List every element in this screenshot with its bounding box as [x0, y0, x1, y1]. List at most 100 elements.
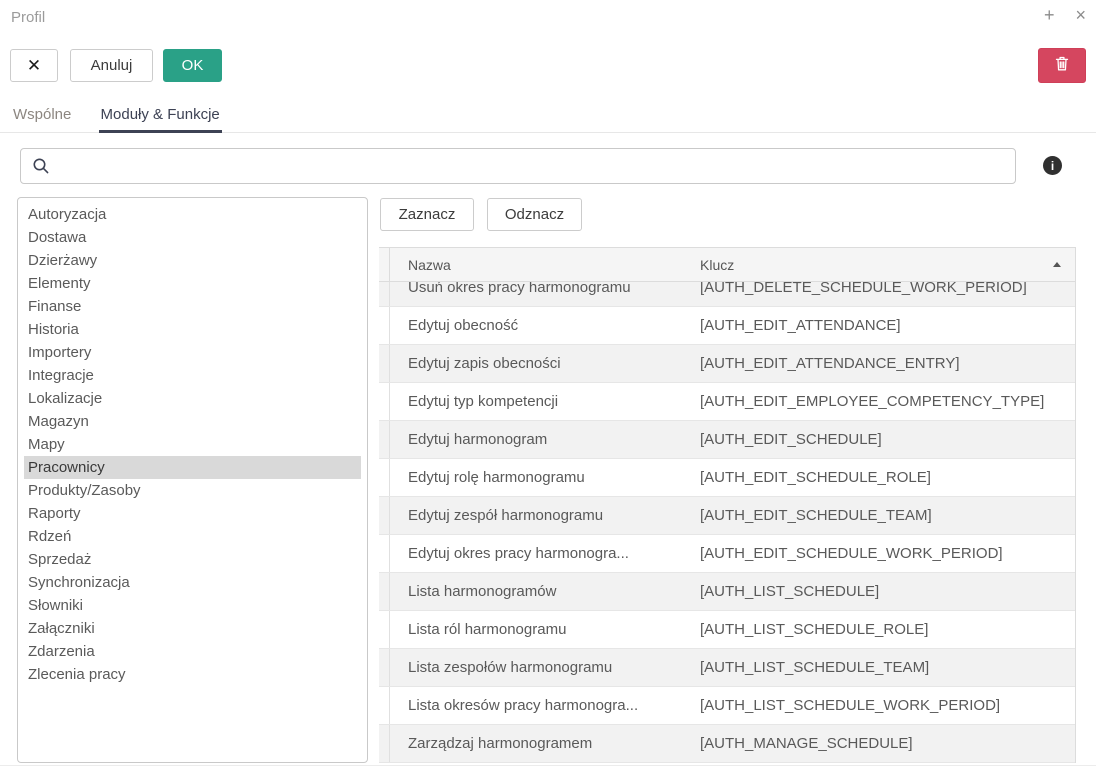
- cell-nazwa: Edytuj typ kompetencji: [390, 393, 681, 410]
- tab-bar: Wspólne Moduły & Funkcje: [0, 100, 1096, 133]
- window-close-icon[interactable]: ×: [1075, 5, 1086, 25]
- list-item[interactable]: Załączniki: [24, 617, 361, 640]
- list-item[interactable]: Dzierżawy: [24, 249, 361, 272]
- cell-klucz: [AUTH_LIST_SCHEDULE_TEAM]: [681, 649, 1075, 686]
- list-item[interactable]: Rdzeń: [24, 525, 361, 548]
- list-item[interactable]: Elementy: [24, 272, 361, 295]
- table-row[interactable]: Lista zespołów harmonogramu[AUTH_LIST_SC…: [379, 649, 1075, 687]
- row-gutter: [379, 573, 390, 610]
- delete-button[interactable]: [1038, 48, 1086, 83]
- list-item[interactable]: Raporty: [24, 502, 361, 525]
- table-body-inner: Usuń okres pracy harmonogramu[AUTH_DELET…: [379, 282, 1075, 763]
- cell-nazwa: Edytuj zapis obecności: [390, 355, 681, 372]
- row-gutter: [379, 497, 390, 534]
- list-item[interactable]: Finanse: [24, 295, 361, 318]
- window-controls: + ×: [1044, 5, 1086, 25]
- list-item[interactable]: Sprzedaż: [24, 548, 361, 571]
- sort-asc-icon: [1053, 262, 1061, 267]
- list-item[interactable]: Mapy: [24, 433, 361, 456]
- cell-klucz: [AUTH_EDIT_SCHEDULE]: [681, 421, 1075, 458]
- profile-window: Profil + × ✕ Anuluj OK Wspólne Moduły & …: [0, 0, 1096, 780]
- row-gutter: [379, 459, 390, 496]
- row-gutter: [379, 383, 390, 420]
- cell-klucz: [AUTH_EDIT_EMPLOYEE_COMPETENCY_TYPE]: [681, 383, 1075, 420]
- close-x-icon: ✕: [27, 56, 41, 76]
- list-item[interactable]: Synchronizacja: [24, 571, 361, 594]
- row-gutter: [379, 345, 390, 382]
- list-item[interactable]: Lokalizacje: [24, 387, 361, 410]
- cell-klucz: [AUTH_EDIT_ATTENDANCE_ENTRY]: [681, 345, 1075, 382]
- table-row[interactable]: Edytuj rolę harmonogramu[AUTH_EDIT_SCHED…: [379, 459, 1075, 497]
- list-item[interactable]: Zlecenia pracy: [24, 663, 361, 686]
- cell-klucz: [AUTH_MANAGE_SCHEDULE]: [681, 725, 1075, 762]
- table-row[interactable]: Lista harmonogramów[AUTH_LIST_SCHEDULE]: [379, 573, 1075, 611]
- cell-klucz: [AUTH_DELETE_SCHEDULE_WORK_PERIOD]: [681, 282, 1075, 306]
- cell-klucz: [AUTH_EDIT_SCHEDULE_ROLE]: [681, 459, 1075, 496]
- cell-nazwa: Edytuj harmonogram: [390, 431, 681, 448]
- list-item[interactable]: Pracownicy: [24, 456, 361, 479]
- cell-nazwa: Edytuj okres pracy harmonogra...: [390, 545, 681, 562]
- row-gutter: [379, 687, 390, 724]
- cell-nazwa: Edytuj zespół harmonogramu: [390, 507, 681, 524]
- cell-nazwa: Lista okresów pracy harmonogra...: [390, 697, 681, 714]
- list-item[interactable]: Słowniki: [24, 594, 361, 617]
- column-header-klucz[interactable]: Klucz: [681, 248, 1075, 281]
- page-title: Profil: [11, 9, 45, 26]
- table-row[interactable]: Usuń okres pracy harmonogramu[AUTH_DELET…: [379, 282, 1075, 307]
- search-icon: [32, 157, 50, 175]
- list-item[interactable]: Produkty/Zasoby: [24, 479, 361, 502]
- cell-klucz: [AUTH_EDIT_SCHEDULE_WORK_PERIOD]: [681, 535, 1075, 572]
- table-row[interactable]: Zarządzaj harmonogramem[AUTH_MANAGE_SCHE…: [379, 725, 1075, 763]
- deselect-all-button[interactable]: Odznacz: [487, 198, 582, 231]
- table-body: Usuń okres pracy harmonogramu[AUTH_DELET…: [379, 282, 1075, 763]
- table-row[interactable]: Edytuj okres pracy harmonogra...[AUTH_ED…: [379, 535, 1075, 573]
- table-row[interactable]: Edytuj typ kompetencji[AUTH_EDIT_EMPLOYE…: [379, 383, 1075, 421]
- table-header: Nazwa Klucz: [379, 247, 1075, 282]
- row-gutter: [379, 649, 390, 686]
- row-gutter: [379, 282, 390, 306]
- table-row[interactable]: Edytuj zespół harmonogramu[AUTH_EDIT_SCH…: [379, 497, 1075, 535]
- list-item[interactable]: Dostawa: [24, 226, 361, 249]
- cancel-button[interactable]: Anuluj: [70, 49, 153, 82]
- info-icon[interactable]: i: [1043, 156, 1062, 175]
- module-list: AutoryzacjaDostawaDzierżawyElementyFinan…: [17, 197, 368, 763]
- cell-klucz: [AUTH_LIST_SCHEDULE]: [681, 573, 1075, 610]
- search-bar: [20, 148, 1016, 184]
- row-gutter: [379, 421, 390, 458]
- cell-nazwa: Lista harmonogramów: [390, 583, 681, 600]
- tab-wspolne[interactable]: Wspólne: [11, 100, 73, 133]
- list-item[interactable]: Integracje: [24, 364, 361, 387]
- table-row[interactable]: Lista ról harmonogramu[AUTH_LIST_SCHEDUL…: [379, 611, 1075, 649]
- list-item[interactable]: Magazyn: [24, 410, 361, 433]
- table-row[interactable]: Edytuj obecność[AUTH_EDIT_ATTENDANCE]: [379, 307, 1075, 345]
- list-item[interactable]: Historia: [24, 318, 361, 341]
- column-header-nazwa[interactable]: Nazwa: [390, 257, 681, 273]
- ok-button[interactable]: OK: [163, 49, 222, 82]
- cell-klucz: [AUTH_EDIT_ATTENDANCE]: [681, 307, 1075, 344]
- list-item[interactable]: Importery: [24, 341, 361, 364]
- cell-klucz: [AUTH_LIST_SCHEDULE_ROLE]: [681, 611, 1075, 648]
- close-button[interactable]: ✕: [10, 49, 58, 82]
- row-gutter: [379, 725, 390, 762]
- cell-nazwa: Usuń okres pracy harmonogramu: [390, 282, 681, 296]
- list-item[interactable]: Zdarzenia: [24, 640, 361, 663]
- cell-nazwa: Lista ról harmonogramu: [390, 621, 681, 638]
- row-gutter: [379, 611, 390, 648]
- plus-icon[interactable]: +: [1044, 5, 1055, 25]
- tab-moduly-funkcje[interactable]: Moduły & Funkcje: [99, 100, 222, 133]
- table-row[interactable]: Edytuj zapis obecności[AUTH_EDIT_ATTENDA…: [379, 345, 1075, 383]
- trash-icon: [1054, 55, 1070, 76]
- cell-klucz: [AUTH_LIST_SCHEDULE_WORK_PERIOD]: [681, 687, 1075, 724]
- select-all-button[interactable]: Zaznacz: [380, 198, 474, 231]
- table-row[interactable]: Lista okresów pracy harmonogra...[AUTH_L…: [379, 687, 1075, 725]
- search-input[interactable]: [58, 152, 1015, 180]
- column-header-klucz-label: Klucz: [700, 257, 734, 273]
- cell-klucz: [AUTH_EDIT_SCHEDULE_TEAM]: [681, 497, 1075, 534]
- list-item[interactable]: Autoryzacja: [24, 203, 361, 226]
- header-gutter: [379, 248, 390, 281]
- cell-nazwa: Lista zespołów harmonogramu: [390, 659, 681, 676]
- bottom-divider: [0, 765, 1096, 766]
- table-row[interactable]: Edytuj harmonogram[AUTH_EDIT_SCHEDULE]: [379, 421, 1075, 459]
- row-gutter: [379, 535, 390, 572]
- permissions-table: Nazwa Klucz Usuń okres pracy harmonogram…: [379, 247, 1076, 763]
